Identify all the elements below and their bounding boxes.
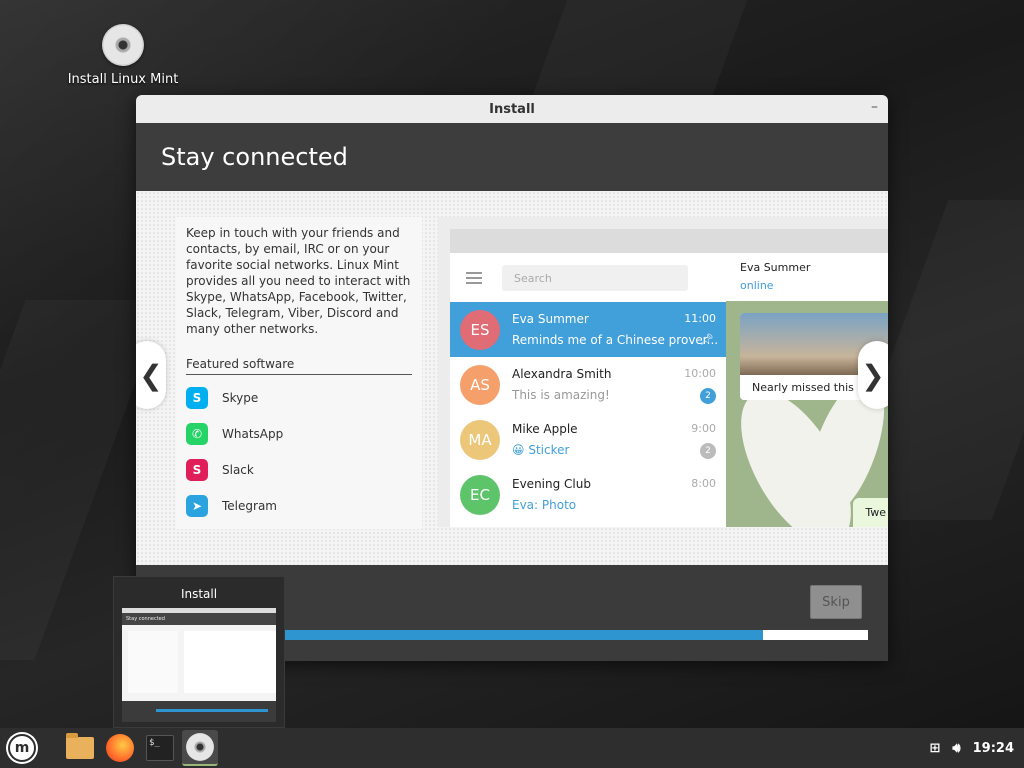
telegram-titlebar <box>450 229 888 253</box>
chat-time: 8:00 <box>691 477 716 490</box>
featured-app-list: S Skype ✆ WhatsApp S Slack ➤ Telegram <box>186 385 412 519</box>
avatar: MA <box>460 419 500 460</box>
chat-time: 10:00 <box>684 367 716 380</box>
chat-text: Mike Apple 😀 Sticker <box>512 422 716 457</box>
folder-icon <box>66 733 94 759</box>
telegram-screenshot: Search ES Eva Summer Reminds me of a Chine… <box>438 217 888 527</box>
menu-icon <box>466 271 482 284</box>
desktop-icon-install[interactable]: Install Linux Mint <box>66 24 180 87</box>
slide-content: Keep in touch with your friends and cont… <box>136 191 888 565</box>
chat-preview: Reminds me of a Chinese prover... <box>512 333 719 347</box>
telegram-icon: ➤ <box>186 495 208 517</box>
slide-description: Keep in touch with your friends and cont… <box>186 226 411 336</box>
search-input: Search <box>502 264 688 291</box>
taskbar: m $_ ⊞ 🔊︎ 19:24 <box>0 728 1024 768</box>
window-preview-popup[interactable]: Install Stay connected <box>113 576 285 728</box>
clock[interactable]: 19:24 <box>973 741 1014 756</box>
chat-text: Evening Club Eva: Photo <box>512 477 716 512</box>
menu-button[interactable]: m <box>4 730 40 766</box>
chat-time: 9:00 <box>691 422 716 435</box>
chat-list: Search ES Eva Summer Reminds me of a Chine… <box>450 253 726 527</box>
description-card: Keep in touch with your friends and cont… <box>176 217 422 529</box>
featured-app-label: Slack <box>222 463 254 477</box>
chat-time: 11:00 <box>684 312 716 325</box>
files-launcher[interactable] <box>62 730 98 766</box>
conversation-name: Eva Summer <box>740 261 811 274</box>
skype-icon: S <box>186 387 208 409</box>
install-taskbar-button[interactable] <box>182 730 218 766</box>
progress-fill <box>284 630 763 640</box>
conversation-header: Eva Summer online <box>726 253 888 301</box>
search-row: Search <box>450 253 726 302</box>
unread-badge: 2 <box>700 388 716 404</box>
previous-slide-button[interactable]: ❮ <box>136 341 166 409</box>
telegram-window: Search ES Eva Summer Reminds me of a Chine… <box>450 229 888 527</box>
volume-icon[interactable]: 🔊︎ <box>952 741 960 756</box>
conversation-status: online <box>740 279 774 292</box>
avatar: EC <box>460 474 500 515</box>
minimize-button[interactable]: – <box>871 99 878 115</box>
page-title: Stay connected <box>136 123 888 191</box>
slack-icon: S <box>186 459 208 481</box>
thumb-progress <box>156 709 268 712</box>
list-item: EC Evening Club Eva: Photo 8:00 <box>450 467 726 522</box>
firefox-icon <box>106 734 134 762</box>
thumb-heading: Stay connected <box>122 613 276 625</box>
featured-app-whatsapp: ✆ WhatsApp <box>186 421 412 447</box>
featured-title: Featured software <box>186 357 412 375</box>
pin-icon: 📌︎ <box>700 333 714 346</box>
window-title: Install <box>489 101 535 117</box>
featured-app-skype: S Skype <box>186 385 412 411</box>
disc-icon <box>102 24 144 66</box>
featured-app-telegram: ➤ Telegram <box>186 493 412 519</box>
unread-badge: 2 <box>700 443 716 459</box>
featured-app-label: Skype <box>222 391 259 405</box>
whatsapp-icon: ✆ <box>186 423 208 445</box>
thumb-mockup <box>184 631 276 693</box>
install-progress-bar <box>284 630 868 640</box>
system-tray: ⊞ 🔊︎ 19:24 <box>918 741 1015 756</box>
chat-preview: This is amazing! <box>512 388 610 402</box>
disc-icon <box>186 733 214 761</box>
chat-preview: Eva: Photo <box>512 498 577 512</box>
window-titlebar[interactable]: Install – <box>136 95 888 123</box>
avatar: ES <box>460 309 500 350</box>
chat-items: ES Eva Summer Reminds me of a Chinese prov… <box>450 302 726 522</box>
skip-button[interactable]: Skip <box>810 585 862 619</box>
next-slide-button[interactable]: ❯ <box>858 341 888 409</box>
mint-logo-icon: m <box>8 734 36 762</box>
avatar: AS <box>460 364 500 405</box>
list-item: MA Mike Apple 😀 Sticker 9:00 2 <box>450 412 726 467</box>
list-item: ES Eva Summer Reminds me of a Chinese prov… <box>450 302 726 357</box>
chat-name: Mike Apple <box>512 422 578 436</box>
terminal-icon: $_ <box>146 735 174 761</box>
preview-title: Install <box>180 587 218 601</box>
preview-thumbnail: Stay connected <box>122 608 276 722</box>
list-item: AS Alexandra Smith This is amazing! 10:00 2 <box>450 357 726 412</box>
featured-app-slack: S Slack <box>186 457 412 483</box>
network-icon[interactable]: ⊞ <box>930 741 941 756</box>
message-bubble-outgoing: Twe <box>853 498 888 527</box>
thumb-content <box>122 625 276 701</box>
chat-preview: 😀 Sticker <box>512 443 570 457</box>
chat-name: Evening Club <box>512 477 591 491</box>
thumb-left-card <box>128 631 178 693</box>
featured-app-label: WhatsApp <box>222 427 284 441</box>
firefox-launcher[interactable] <box>102 730 138 766</box>
desktop-icon-label: Install Linux Mint <box>67 72 179 87</box>
terminal-launcher[interactable]: $_ <box>142 730 178 766</box>
featured-app-label: Telegram <box>222 499 277 513</box>
